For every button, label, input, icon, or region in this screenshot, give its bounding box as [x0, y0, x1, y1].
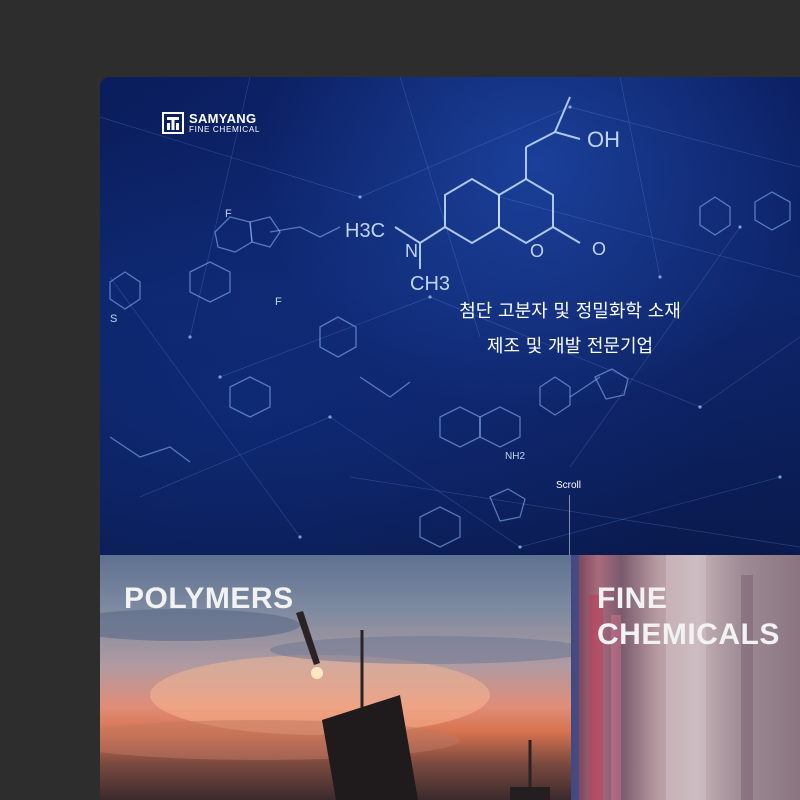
- molecule-label-oh: OH: [587, 127, 620, 152]
- scroll-indicator-line: [569, 495, 570, 555]
- hero-tagline-line2: 제조 및 개발 전문기업: [486, 336, 654, 357]
- scroll-indicator-label[interactable]: Scroll: [556, 480, 581, 491]
- brand-logo[interactable]: SAMYANG FINE CHEMICAL: [162, 112, 260, 135]
- molecule-label-f1: F: [225, 208, 232, 220]
- brand-logo-text: SAMYANG FINE CHEMICAL: [189, 112, 260, 134]
- molecule-label-f2: F: [275, 296, 282, 308]
- molecule-label-ch3: CH3: [410, 273, 450, 295]
- fine-chemicals-panel[interactable]: FINE CHEMICALS: [571, 555, 800, 800]
- hero-tagline-line1: 첨단 고분자 및 정밀화학 소재: [459, 301, 681, 322]
- polymers-panel[interactable]: POLYMERS: [100, 555, 571, 800]
- molecule-label-s: S: [110, 313, 117, 325]
- hero-tagline: 첨단 고분자 및 정밀화학 소재 제조 및 개발 전문기업: [400, 294, 740, 364]
- molecule-label-h3c: H3C: [345, 220, 385, 242]
- molecule-label-nh2: NH2: [505, 451, 525, 462]
- molecule-label-n: N: [405, 241, 418, 261]
- hero-section: OH H3C CH3 N O O F F S NH2 SAMYANG FINE …: [100, 77, 800, 555]
- polymers-title: POLYMERS: [124, 582, 294, 615]
- brand-subtitle: FINE CHEMICAL: [189, 125, 261, 134]
- samyang-logo-icon: [162, 112, 184, 135]
- page-frame: OH H3C CH3 N O O F F S NH2 SAMYANG FINE …: [100, 77, 800, 800]
- fine-chemicals-title: FINE CHEMICALS: [597, 582, 780, 651]
- molecule-label-o2: O: [592, 239, 606, 259]
- brand-name: SAMYANG: [189, 111, 257, 126]
- molecule-label-o1: O: [530, 241, 544, 261]
